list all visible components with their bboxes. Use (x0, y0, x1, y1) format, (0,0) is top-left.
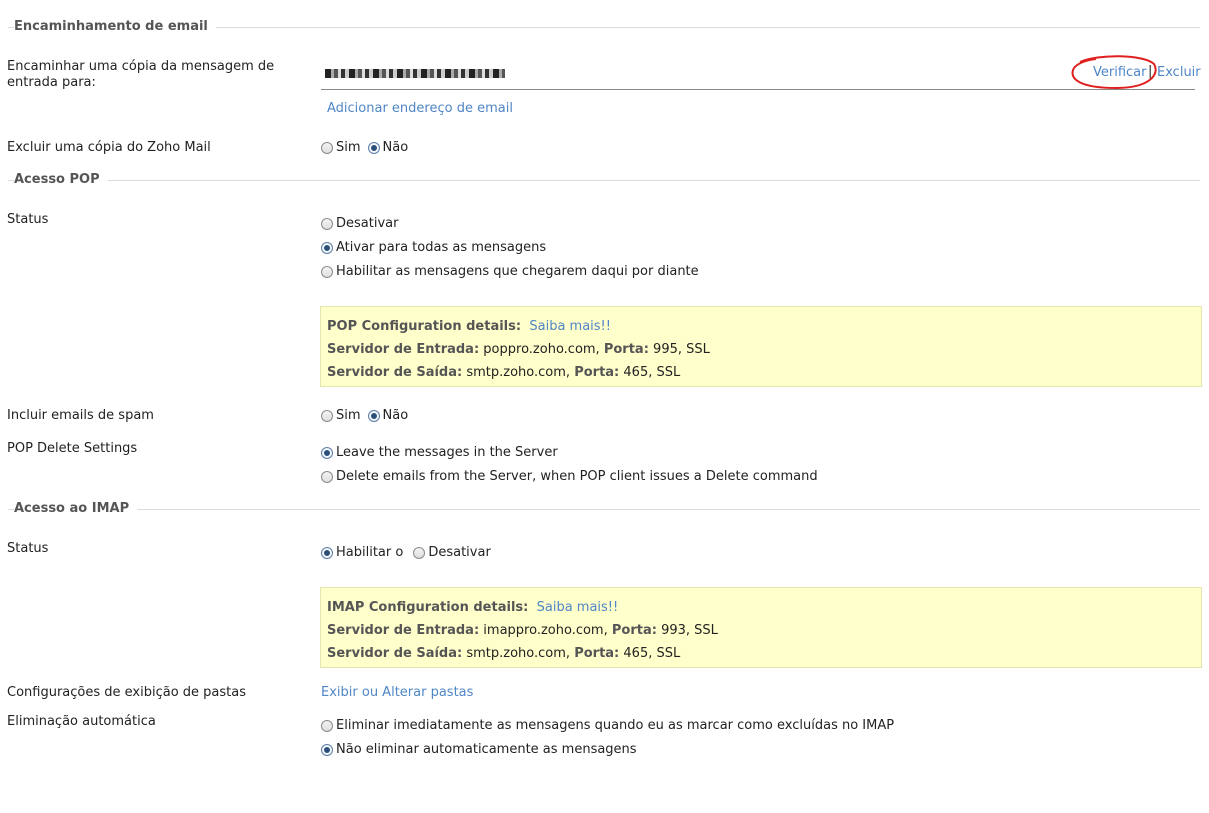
delete-copy-no-radio[interactable] (367, 141, 380, 154)
imap-disable-radio[interactable] (413, 546, 426, 559)
imap-status-radio-group: Habilitar o Desativar (321, 545, 491, 560)
imap-outgoing-server: smtp.zoho.com, (466, 646, 571, 661)
imap-enable-radio[interactable] (321, 546, 333, 559)
pop-leave-radio[interactable] (321, 446, 333, 459)
pop-config-box: POP Configuration details: Saiba mais!! … (320, 306, 1202, 387)
forward-email-underline (321, 89, 1195, 90)
pop-disable-label: Desativar (336, 216, 399, 231)
imap-incoming-port-label: Porta: (611, 623, 657, 638)
auto-delete-immediate-label: Eliminar imediatamente as mensagens quan… (336, 718, 895, 733)
pop-incoming-label: Servidor de Entrada: (327, 342, 480, 357)
imap-incoming-server: imappro.zoho.com, (483, 623, 608, 638)
imap-status-label: Status (7, 541, 49, 556)
pop-all-label: Ativar para todas as mensagens (336, 240, 547, 255)
pop-config-title: POP Configuration details: (327, 319, 522, 334)
imap-outgoing-port: 465, SSL (623, 646, 681, 661)
pop-all-radio[interactable] (321, 241, 333, 254)
folders-link[interactable]: Exibir ou Alterar pastas (321, 685, 473, 700)
imap-section-title: Acesso ao IMAP (14, 501, 138, 516)
pop-delete-settings-label: POP Delete Settings (7, 441, 138, 456)
imap-incoming-label: Servidor de Entrada: (327, 623, 480, 638)
pop-new-label: Habilitar as mensagens que chegarem daqu… (336, 264, 699, 279)
forward-label-line2: entrada para: (7, 75, 96, 90)
pop-incoming-server: poppro.zoho.com, (483, 342, 600, 357)
pop-outgoing-server: smtp.zoho.com, (466, 365, 571, 380)
delete-link[interactable]: Excluir (1157, 65, 1201, 80)
pop-incoming-port: 995, SSL (653, 342, 710, 357)
pop-delete-label: Delete emails from the Server, when POP … (336, 469, 818, 484)
imap-enable-label: Habilitar o (336, 545, 404, 560)
pop-section-title: Acesso POP (14, 172, 108, 187)
pop-disable-radio[interactable] (321, 217, 333, 230)
imap-outgoing-port-label: Porta: (574, 646, 620, 661)
pop-incoming-port-label: Porta: (603, 342, 649, 357)
spam-no-label: Não (382, 408, 409, 423)
auto-delete-option-never[interactable]: Não eliminar automaticamente as mensagen… (321, 742, 637, 757)
auto-delete-option-immediate[interactable]: Eliminar imediatamente as mensagens quan… (321, 718, 894, 733)
folders-label: Configurações de exibição de pastas (7, 685, 246, 700)
pop-delete-radio[interactable] (321, 470, 333, 483)
pop-outgoing-port: 465, SSL (623, 365, 681, 380)
pop-status-option-disable[interactable]: Desativar (321, 216, 398, 231)
delete-copy-label: Excluir uma cópia do Zoho Mail (7, 140, 211, 155)
pop-learn-more-link[interactable]: Saiba mais!! (529, 319, 611, 334)
pop-leave-label: Leave the messages in the Server (336, 445, 558, 460)
imap-incoming-port: 993, SSL (661, 623, 718, 638)
add-email-link[interactable]: Adicionar endereço de email (327, 101, 513, 116)
pop-new-radio[interactable] (321, 265, 333, 278)
pop-status-option-all[interactable]: Ativar para todas as mensagens (321, 240, 546, 255)
imap-disable-label: Desativar (428, 545, 491, 560)
delete-copy-yes-label: Sim (336, 140, 361, 155)
auto-delete-immediate-radio[interactable] (321, 719, 333, 732)
forward-label-line1: Encaminhar uma cópia da mensagem de (7, 59, 275, 74)
imap-learn-more-link[interactable]: Saiba mais!! (537, 600, 619, 615)
imap-config-title: IMAP Configuration details: (327, 600, 529, 615)
spam-label: Incluir emails de spam (7, 408, 154, 423)
imap-outgoing-label: Servidor de Saída: (327, 646, 463, 661)
imap-config-box: IMAP Configuration details: Saiba mais!!… (320, 587, 1202, 668)
forward-email-address (325, 67, 505, 82)
forwarding-section-title: Encaminhamento de email (14, 19, 216, 34)
pop-delete-option-leave[interactable]: Leave the messages in the Server (321, 445, 558, 460)
pop-delete-option-delete[interactable]: Delete emails from the Server, when POP … (321, 469, 818, 484)
pop-status-label: Status (7, 212, 49, 227)
spam-no-radio[interactable] (367, 409, 380, 422)
pop-outgoing-port-label: Porta: (574, 365, 620, 380)
auto-delete-label: Eliminação automática (7, 714, 156, 729)
auto-delete-never-label: Não eliminar automaticamente as mensagen… (336, 742, 637, 757)
delete-copy-no-label: Não (382, 140, 409, 155)
pop-status-option-new[interactable]: Habilitar as mensagens que chegarem daqu… (321, 264, 699, 279)
delete-copy-yes-radio[interactable] (321, 141, 333, 154)
pop-outgoing-label: Servidor de Saída: (327, 365, 463, 380)
spam-yes-label: Sim (336, 408, 361, 423)
verify-link[interactable]: Verificar (1093, 65, 1147, 80)
spam-yes-radio[interactable] (321, 409, 333, 422)
auto-delete-never-radio[interactable] (321, 743, 333, 756)
spam-radio-group: Sim Não (321, 408, 408, 423)
delete-copy-radio-group: Sim Não (321, 140, 408, 155)
link-separator: | (1148, 64, 1153, 79)
